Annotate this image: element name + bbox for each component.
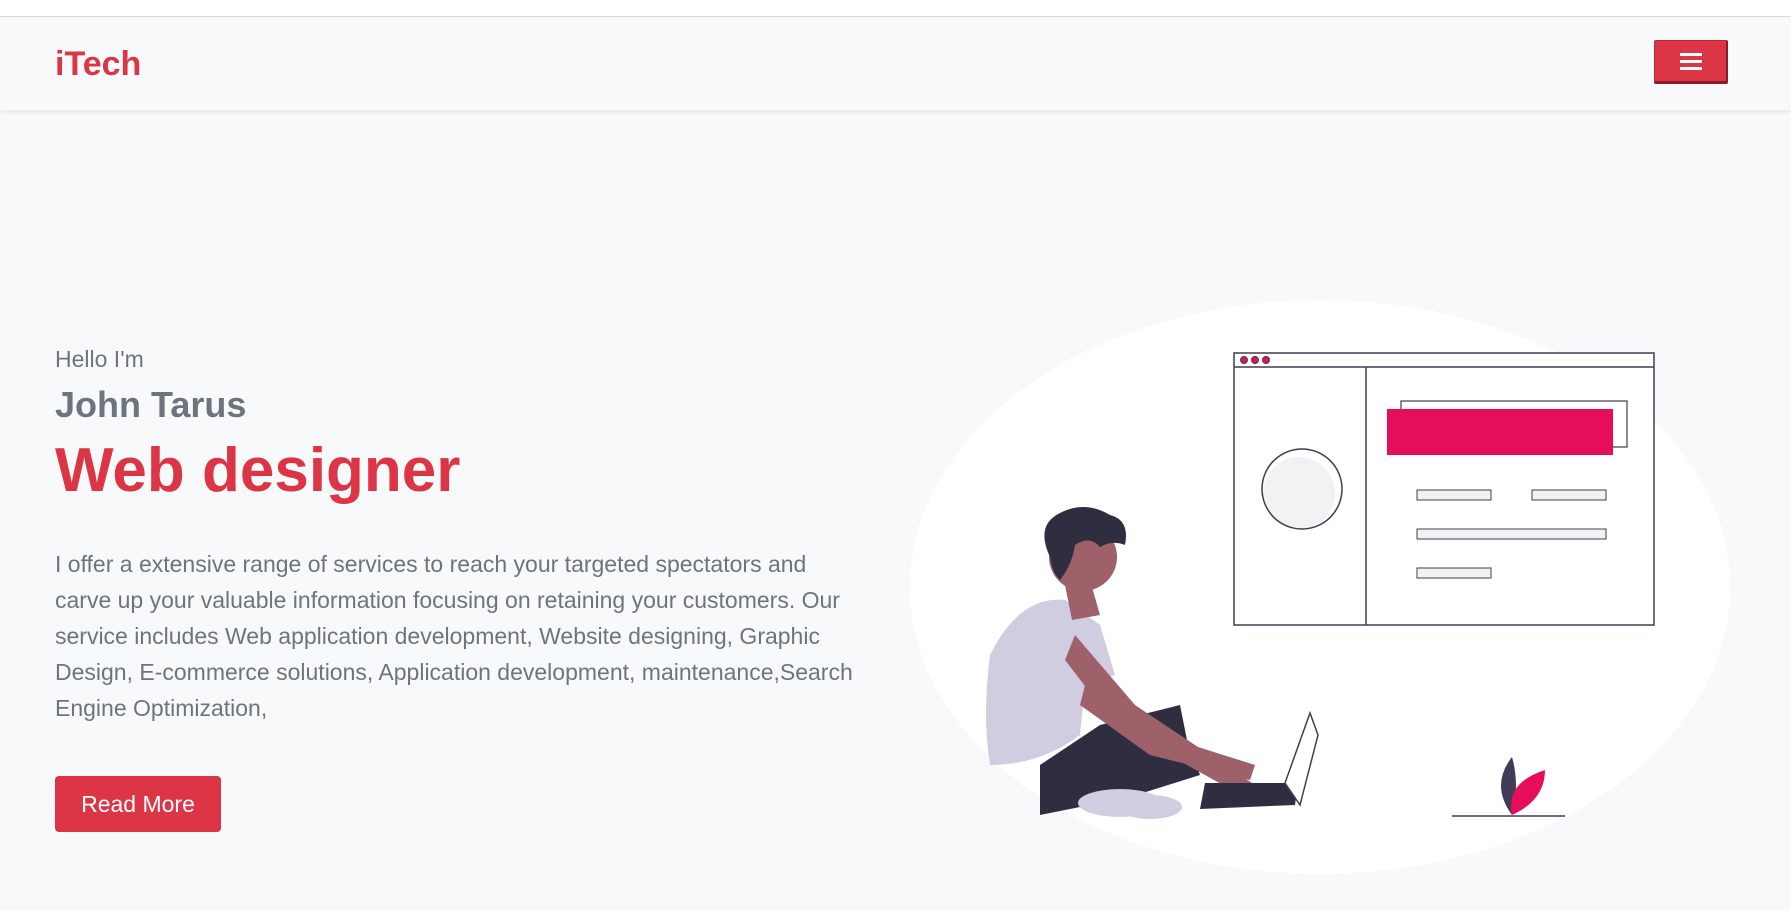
person-name: John Tarus (55, 383, 247, 425)
role-heading: Web designer (55, 436, 461, 506)
brand-logo[interactable]: iTech (55, 47, 141, 81)
browser-top-strip (0, 0, 1791, 17)
menu-toggle-button[interactable] (1654, 40, 1728, 84)
navbar: iTech (0, 17, 1791, 110)
hero-text: Hello I'm John Tarus Web designer I offe… (55, 345, 855, 726)
greeting-text: Hello I'm (55, 346, 144, 372)
read-more-button[interactable]: Read More (55, 776, 221, 832)
hero-description: I offer a extensive range of services to… (55, 551, 853, 722)
hamburger-menu-icon-bar (1680, 60, 1702, 63)
browser-window-illustration (1233, 352, 1655, 626)
hero-illustration (910, 300, 1730, 874)
hamburger-menu-icon (1680, 53, 1702, 56)
hamburger-menu-icon-bar (1680, 67, 1702, 70)
